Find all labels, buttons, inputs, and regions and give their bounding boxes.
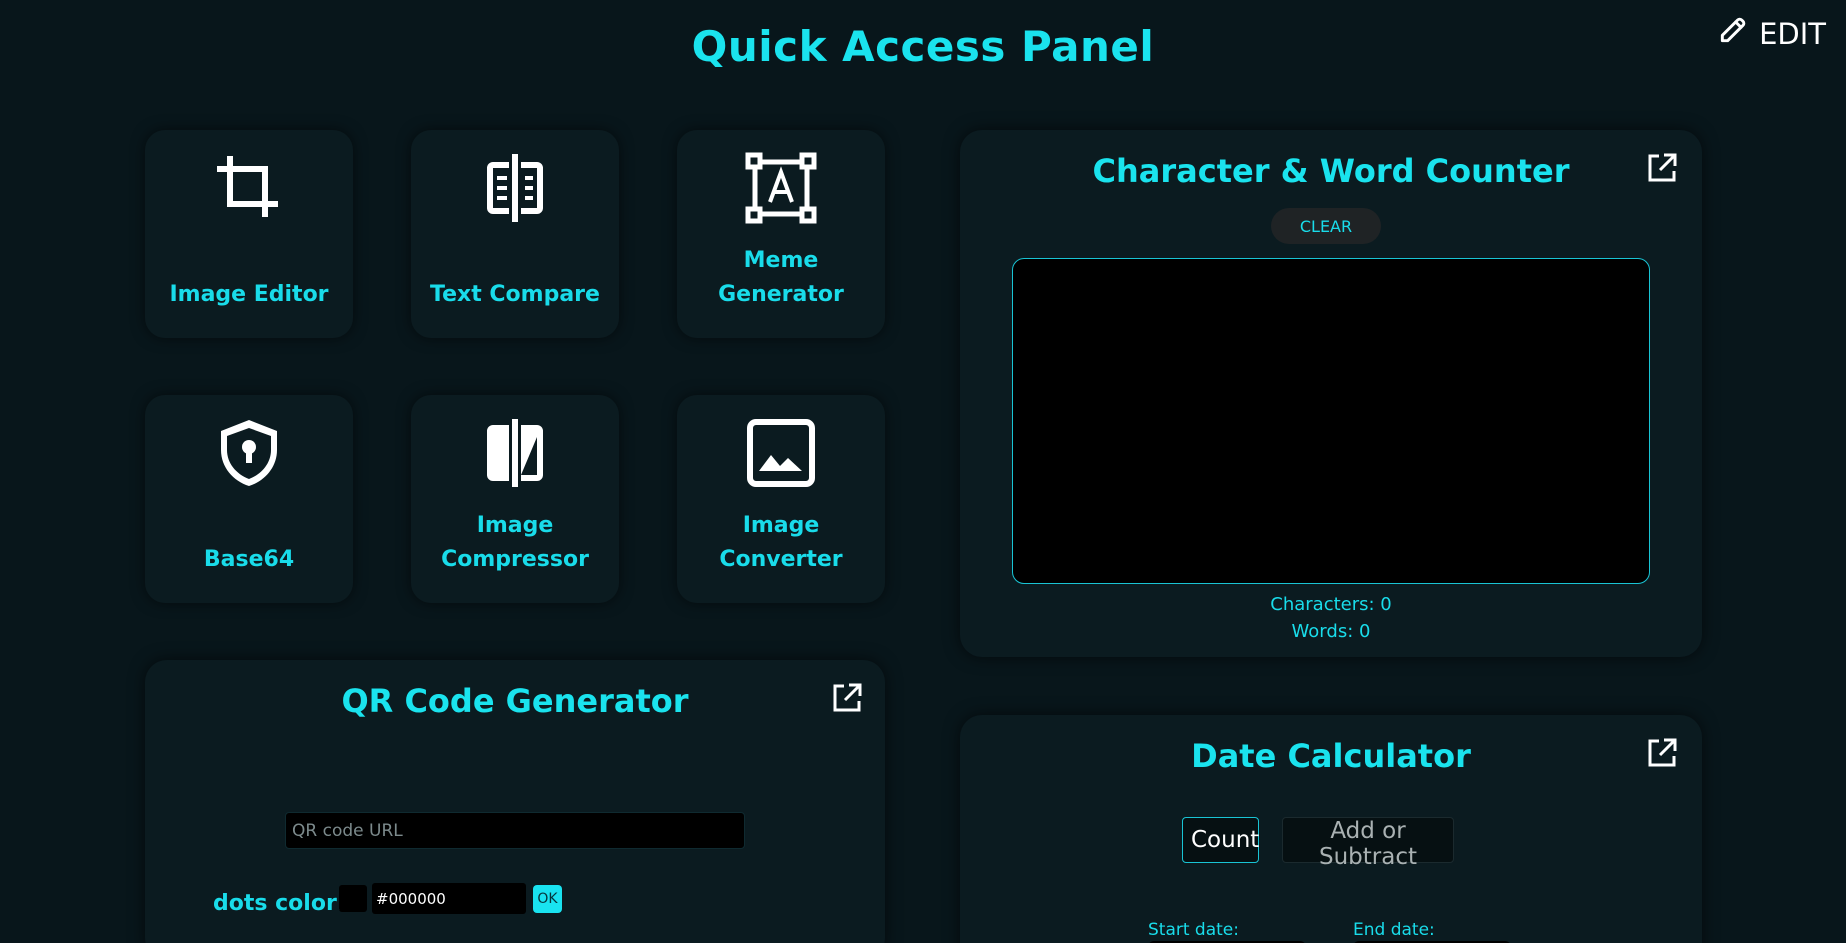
image-icon: [745, 417, 817, 489]
open-external-icon[interactable]: [830, 681, 864, 715]
tile-label: Image Compressor: [441, 513, 589, 572]
dots-color-input[interactable]: [372, 883, 526, 914]
crop-icon: [213, 152, 285, 224]
quick-access-page: Quick Access Panel EDIT Image Editor Tex…: [0, 0, 1846, 943]
qr-title: QR Code Generator: [341, 682, 689, 720]
edit-label: EDIT: [1759, 16, 1826, 51]
page-title: Quick Access Panel: [691, 22, 1155, 71]
tab-count[interactable]: Count: [1182, 817, 1259, 863]
text-input-area[interactable]: [1012, 258, 1650, 584]
open-external-icon[interactable]: [1645, 151, 1679, 185]
tile-label: Meme Generator: [718, 248, 844, 307]
end-date-label: End date:: [1353, 920, 1435, 940]
tile-base64[interactable]: Base64: [145, 395, 353, 603]
qr-url-input[interactable]: [285, 812, 745, 849]
pencil-icon: [1717, 14, 1749, 53]
tile-image-converter[interactable]: Image Converter: [677, 395, 885, 603]
edit-button[interactable]: EDIT: [1717, 14, 1826, 53]
dots-color-label: dots color:: [213, 891, 346, 916]
date-calculator-card: Date Calculator Count Add or Subtract St…: [960, 715, 1702, 943]
tile-label: Text Compare: [430, 282, 600, 307]
tile-text-compare[interactable]: Text Compare: [411, 130, 619, 338]
dots-color-ok-button[interactable]: OK: [533, 885, 562, 913]
clear-button[interactable]: CLEAR: [1271, 208, 1381, 244]
date-calc-title: Date Calculator: [1191, 737, 1471, 775]
tile-meme-generator[interactable]: Meme Generator: [677, 130, 885, 338]
text-box-icon: [745, 152, 817, 224]
qr-code-generator-card: QR Code Generator dots color: OK: [145, 660, 885, 943]
dots-color-swatch[interactable]: [339, 885, 367, 912]
characters-count: Characters: 0: [1270, 594, 1392, 615]
character-word-counter-card: Character & Word Counter CLEAR Character…: [960, 130, 1702, 657]
start-date-label: Start date:: [1148, 920, 1239, 940]
tile-label: Image Converter: [719, 513, 843, 572]
open-external-icon[interactable]: [1645, 736, 1679, 770]
tile-label: Image Editor: [169, 282, 329, 307]
words-count: Words: 0: [1291, 621, 1371, 642]
compare-icon: [479, 152, 551, 224]
tile-label: Base64: [203, 547, 295, 572]
compress-icon: [479, 417, 551, 489]
shield-keyhole-icon: [213, 417, 285, 489]
tile-image-editor[interactable]: Image Editor: [145, 130, 353, 338]
tile-image-compressor[interactable]: Image Compressor: [411, 395, 619, 603]
tab-add-subtract[interactable]: Add or Subtract: [1282, 817, 1454, 870]
counter-title: Character & Word Counter: [1092, 152, 1570, 190]
